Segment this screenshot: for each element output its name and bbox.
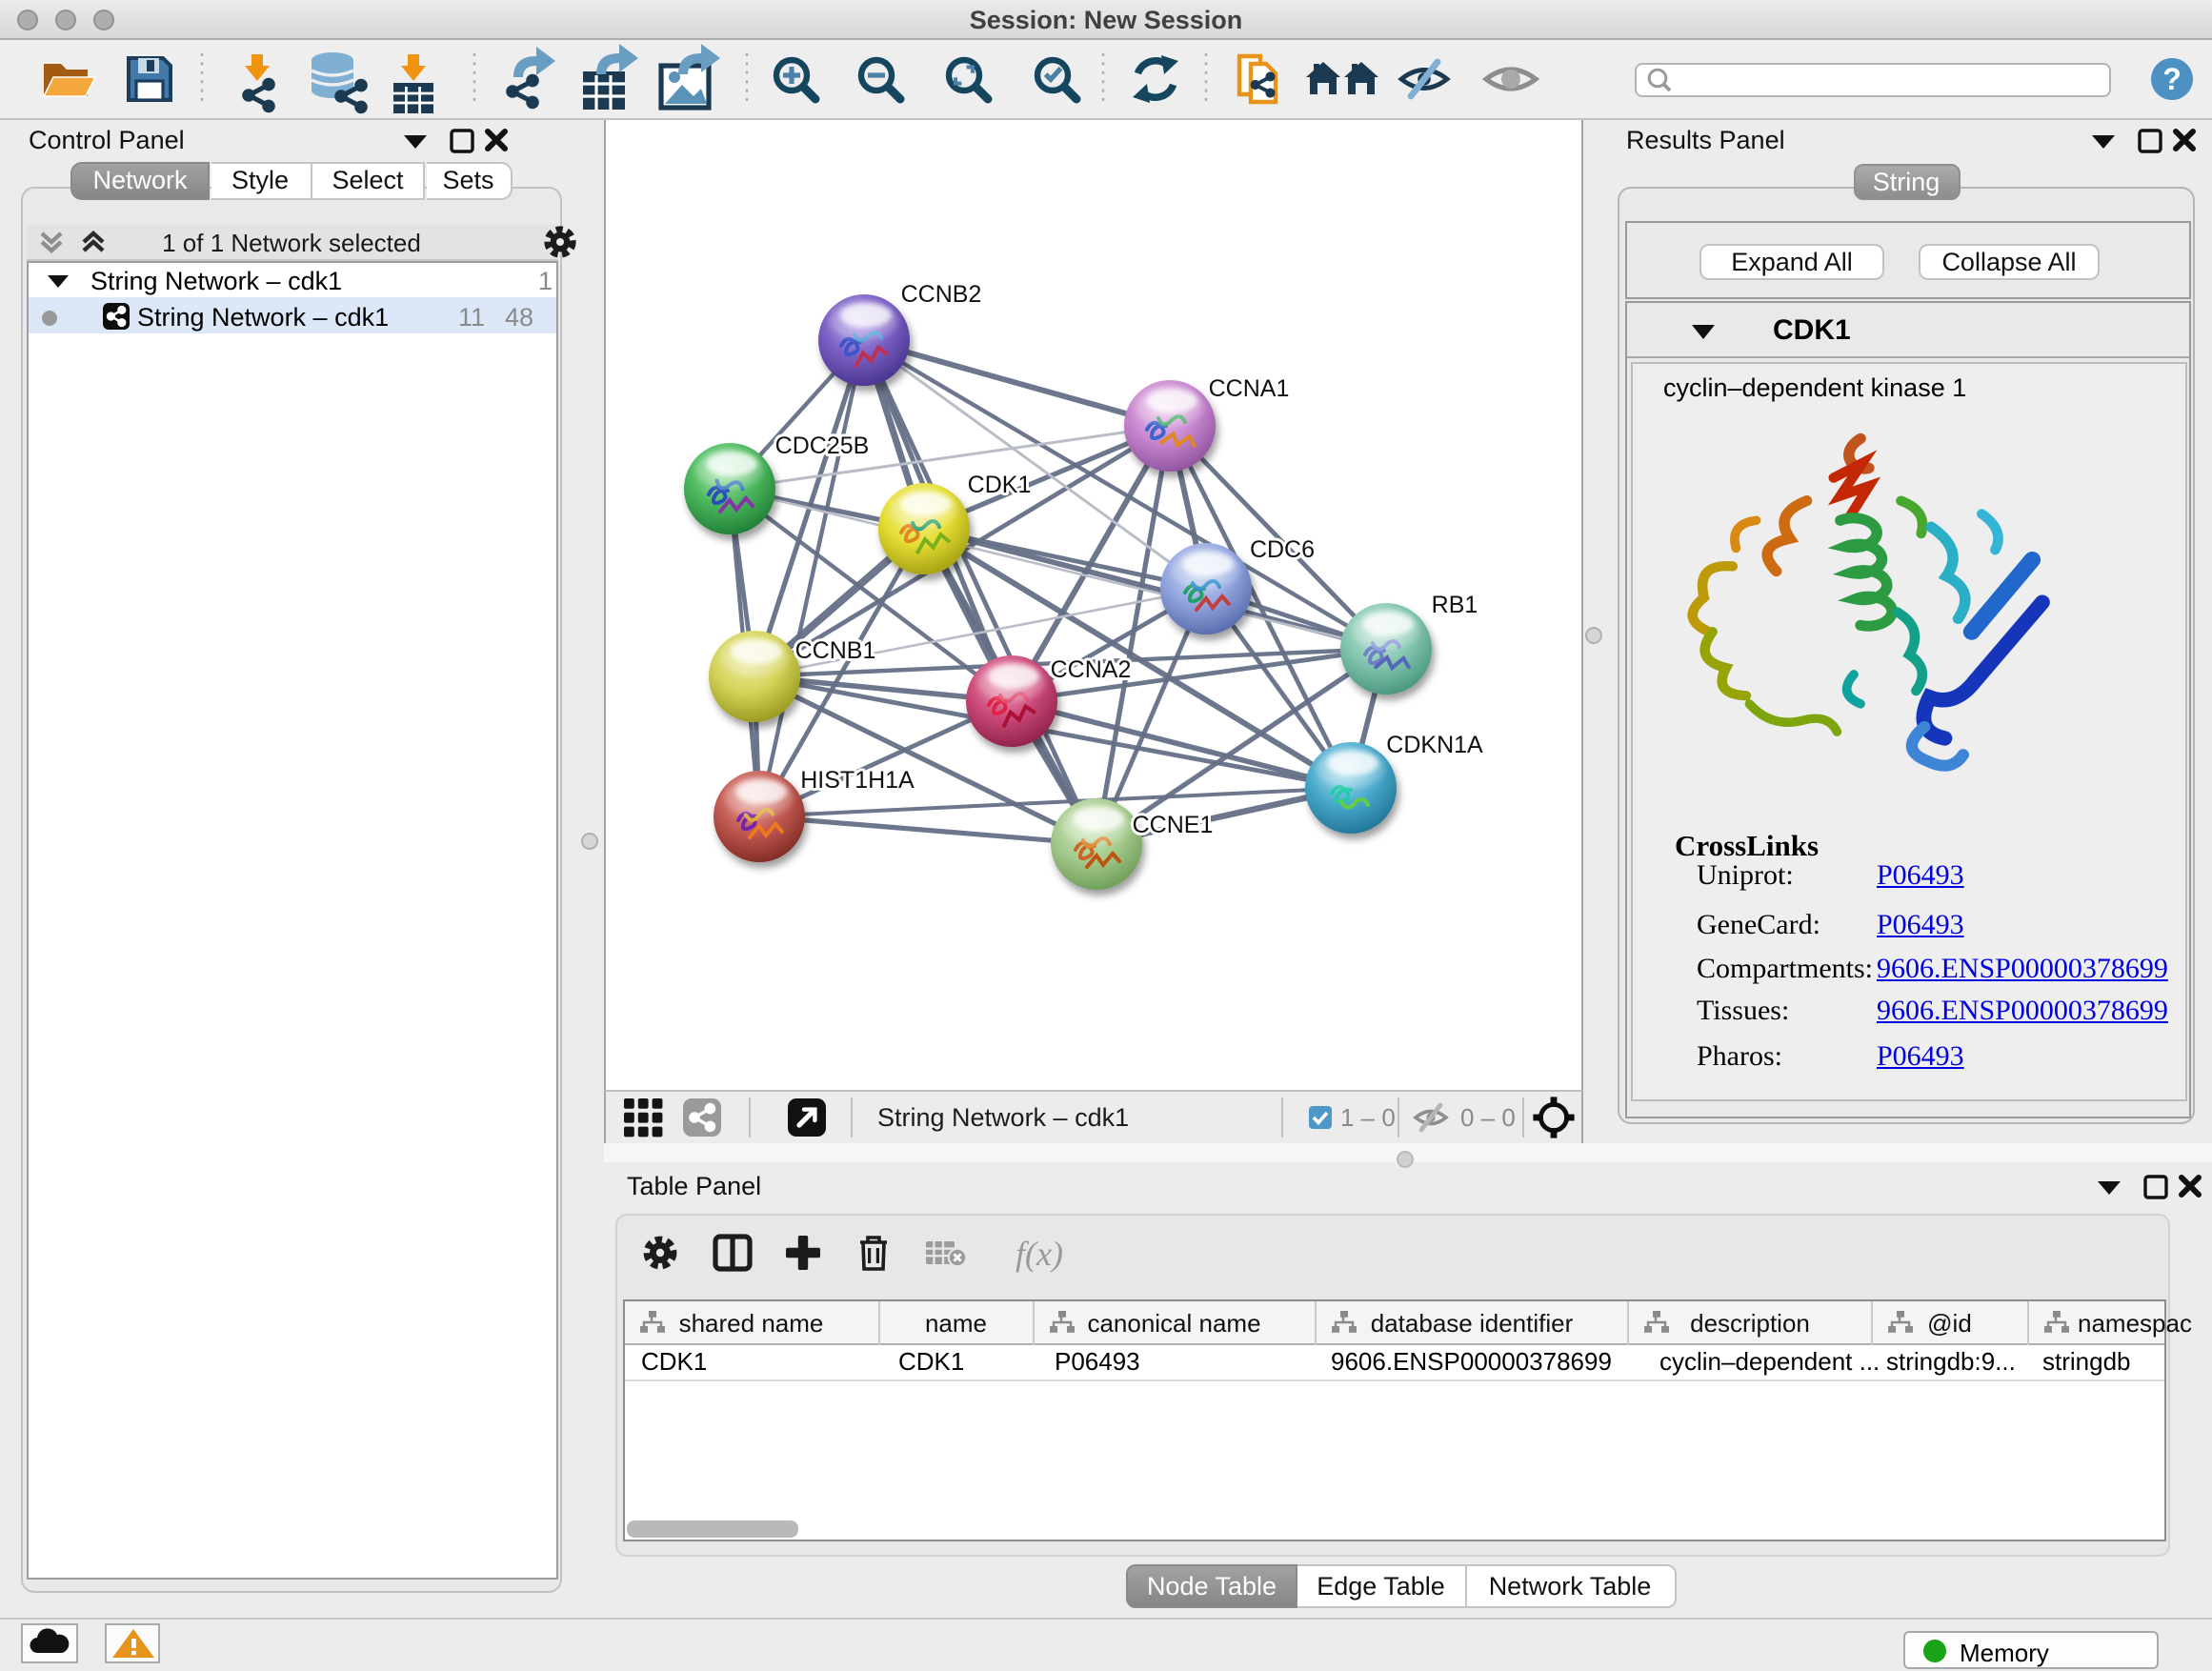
svg-text:CCNB1: CCNB1 xyxy=(794,636,875,663)
svg-text:CDK1: CDK1 xyxy=(967,471,1031,497)
svg-text:CDKN1A: CDKN1A xyxy=(1385,731,1482,757)
svg-text:1 – 0: 1 – 0 xyxy=(1339,1103,1395,1132)
svg-text:CCNA1: CCNA1 xyxy=(1208,374,1289,401)
svg-text:RB1: RB1 xyxy=(1431,591,1478,617)
svg-text:HIST1H1A: HIST1H1A xyxy=(799,766,914,793)
svg-text:0 – 0: 0 – 0 xyxy=(1459,1103,1515,1132)
svg-text:String Network – cdk1: String Network – cdk1 xyxy=(876,1103,1128,1132)
svg-text:CCNB2: CCNB2 xyxy=(900,280,981,307)
svg-text:CCNE1: CCNE1 xyxy=(1132,811,1213,837)
svg-text:?: ? xyxy=(2162,62,2182,96)
svg-text:CCNA2: CCNA2 xyxy=(1050,655,1131,682)
svg-text:f(x): f(x) xyxy=(1016,1235,1063,1273)
svg-text:CDC25B: CDC25B xyxy=(774,432,869,458)
svg-text:CDC6: CDC6 xyxy=(1249,535,1314,562)
